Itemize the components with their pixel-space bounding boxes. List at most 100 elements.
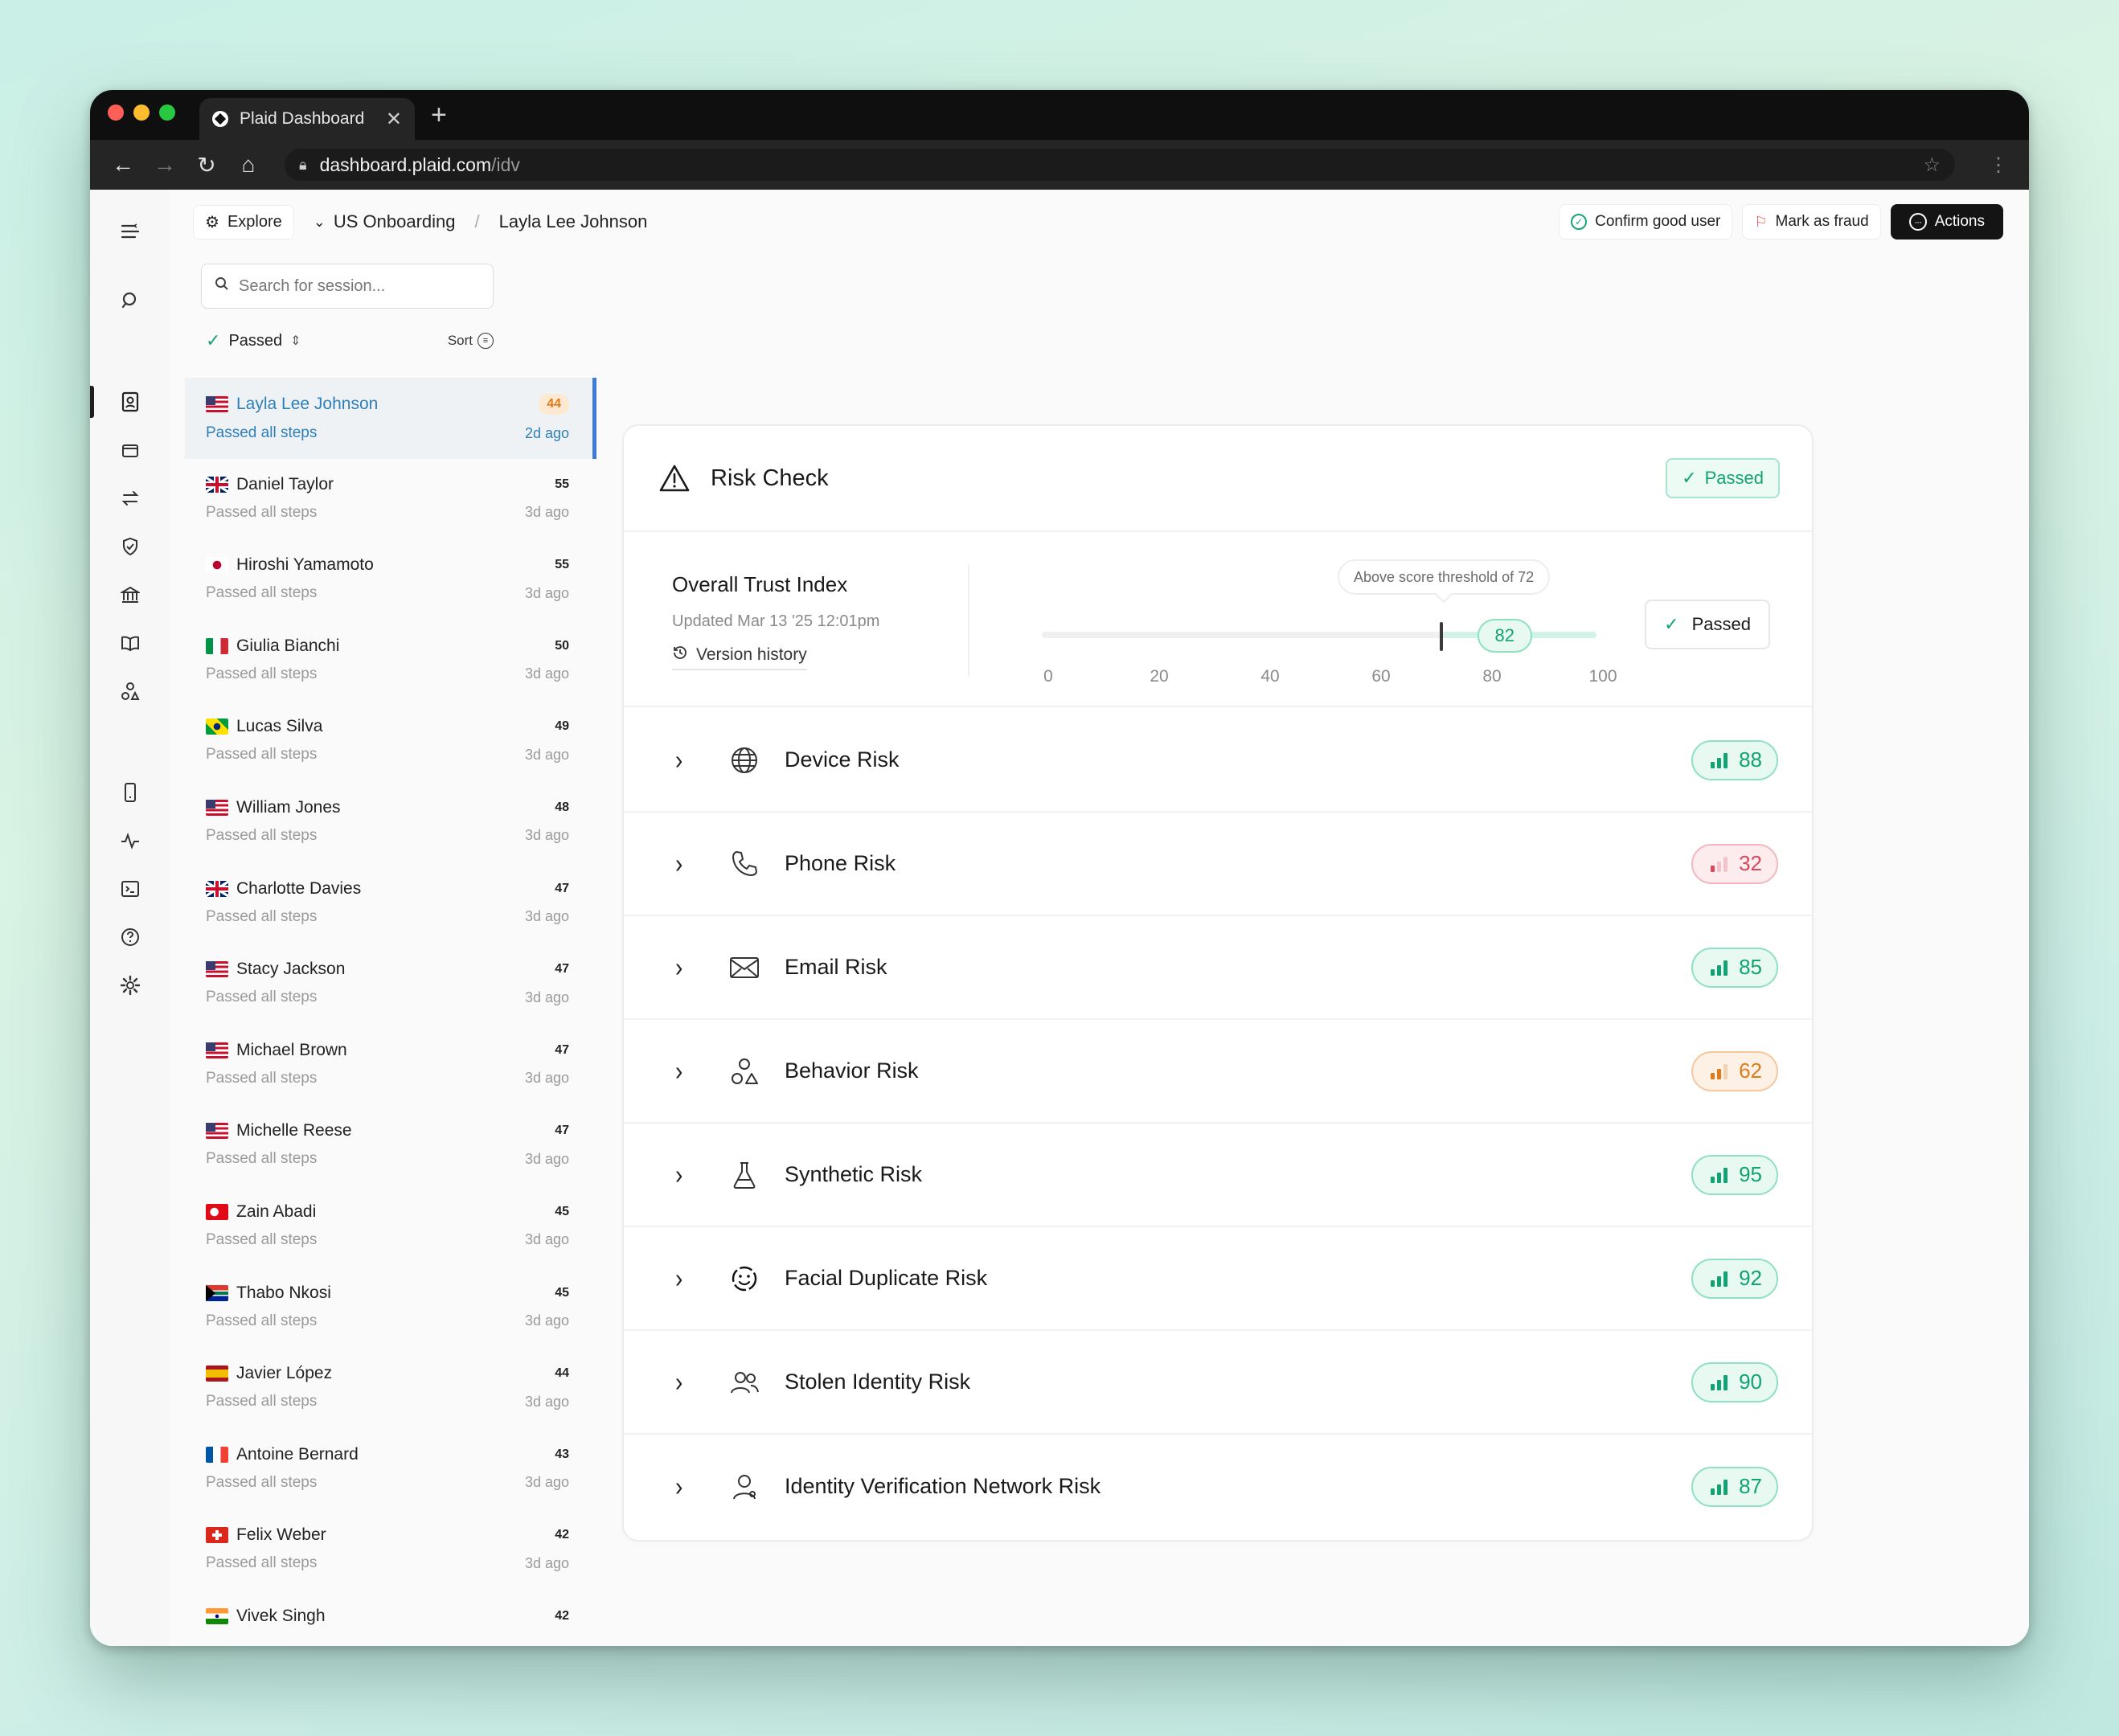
risk-label: Synthetic Risk <box>785 1162 923 1186</box>
risk-row[interactable]: › Facial Duplicate Risk 92 <box>624 1227 1812 1331</box>
session-list-item[interactable]: Zain Abadi 45 Passed all steps 3d ago <box>185 1186 596 1267</box>
risk-list: › Device Risk 88 › Phone Risk 32 › Email Risk 85… <box>624 709 1812 1538</box>
activity-icon[interactable] <box>90 825 170 857</box>
country-flag-icon <box>206 1607 228 1624</box>
session-list-item[interactable]: Javier López 44 Passed all steps 3d ago <box>185 1348 596 1429</box>
status-filter[interactable]: Passed <box>228 332 282 350</box>
chevron-right-icon[interactable]: › <box>675 1055 699 1086</box>
forward-icon[interactable]: → <box>153 152 177 178</box>
url-path: /idv <box>491 154 520 175</box>
reload-icon[interactable]: ↻ <box>195 152 219 178</box>
session-list-item[interactable]: Layla Lee Johnson 44 Passed all steps 2d ag… <box>185 378 596 459</box>
risk-row[interactable]: › Email Risk 85 <box>624 916 1812 1020</box>
confirm-good-user-button[interactable]: ✓ Confirm good user <box>1559 204 1733 240</box>
chevron-right-icon[interactable]: › <box>675 1366 699 1397</box>
session-list-item[interactable]: Giulia Bianchi 50 Passed all steps 3d ago <box>185 620 596 702</box>
settings-gear-icon[interactable] <box>90 969 170 1001</box>
address-bar[interactable]: 🔒︎ dashboard.plaid.com/idv ☆ <box>285 149 1955 181</box>
back-icon[interactable]: ← <box>111 152 135 178</box>
chevron-right-icon[interactable]: › <box>675 848 699 878</box>
wallet-icon[interactable] <box>90 434 170 466</box>
risk-row[interactable]: › Phone Risk 32 <box>624 813 1812 916</box>
close-window-button[interactable] <box>108 104 124 121</box>
session-score-badge: 47 <box>555 962 569 976</box>
session-list-item[interactable]: Michael Brown 47 Passed all steps 3d ago <box>185 1025 596 1106</box>
transfer-icon[interactable] <box>90 482 170 514</box>
browser-menu-icon[interactable]: ⋮ <box>1989 154 2008 177</box>
browser-tab[interactable]: Plaid Dashboard ✕ <box>199 98 415 140</box>
session-score-badge: 43 <box>555 1447 569 1461</box>
check-circle-icon: ✓ <box>1571 214 1588 230</box>
version-history-link[interactable]: Version history <box>672 645 807 670</box>
minimize-window-button[interactable] <box>133 104 150 121</box>
chevron-right-icon[interactable]: › <box>675 1159 699 1189</box>
chevron-right-icon[interactable]: › <box>675 1471 699 1501</box>
session-list-item[interactable]: William Jones 48 Passed all steps 3d ago <box>185 782 596 863</box>
session-list-item[interactable]: Michelle Reese 47 Passed all steps 3d ago <box>185 1105 596 1186</box>
terminal-icon[interactable] <box>90 873 170 905</box>
session-score-badge: 48 <box>555 800 569 814</box>
sort-arrows-icon[interactable]: ⇕ <box>290 333 301 349</box>
country-flag-icon <box>206 719 228 735</box>
plaid-favicon-icon <box>212 111 228 127</box>
session-list-item[interactable]: Daniel Taylor 55 Passed all steps 3d ago <box>185 459 596 540</box>
session-name: Zain Abadi <box>236 1202 317 1221</box>
tab-close-icon[interactable]: ✕ <box>386 108 402 131</box>
risk-row[interactable]: › Behavior Risk 62 <box>624 1020 1812 1124</box>
country-flag-icon <box>206 1123 228 1140</box>
explore-button[interactable]: ⚙︎ Explore <box>193 204 294 240</box>
actions-button[interactable]: ··· Actions <box>1890 204 2003 240</box>
shapes-icon <box>728 1055 760 1087</box>
session-list-item[interactable]: Thabo Nkosi 45 Passed all steps 3d ago <box>185 1267 596 1349</box>
session-score-badge: 47 <box>555 881 569 895</box>
search-icon[interactable] <box>90 285 170 317</box>
trust-index-status-label: Passed <box>1691 614 1751 634</box>
session-list-item[interactable]: Vivek Singh 42 <box>185 1591 596 1646</box>
session-name: Javier López <box>236 1364 333 1383</box>
session-status: Passed all steps <box>206 584 318 602</box>
mobile-icon[interactable] <box>90 776 170 809</box>
flag-icon: ⚐ <box>1754 213 1768 230</box>
session-score-badge: 44 <box>555 1366 569 1381</box>
chevron-right-icon[interactable]: › <box>675 952 699 982</box>
session-list-item[interactable]: Antoine Bernard 43 Passed all steps 3d ago <box>185 1429 596 1510</box>
signal-bars-icon <box>1711 856 1728 872</box>
trust-index-section: Overall Trust Index Updated Mar 13 '25 1… <box>624 532 1812 707</box>
chevron-down-icon: ⌄ <box>313 213 326 230</box>
tab-title: Plaid Dashboard <box>240 109 365 128</box>
risk-row[interactable]: › Identity Verification Network Risk 87 <box>624 1435 1812 1538</box>
shield-icon[interactable] <box>90 530 170 563</box>
session-list-item[interactable]: Hiroshi Yamamoto 55 Passed all steps 3d ago <box>185 539 596 620</box>
risk-score: 32 <box>1739 851 1762 875</box>
risk-row[interactable]: › Device Risk 88 <box>624 709 1812 813</box>
bookmark-star-icon[interactable]: ☆ <box>1923 154 1941 177</box>
session-name: Stacy Jackson <box>236 960 346 979</box>
risk-row[interactable]: › Synthetic Risk 95 <box>624 1124 1812 1227</box>
check-icon: ✓ <box>1664 614 1679 634</box>
breadcrumb-flow[interactable]: ⌄ US Onboarding <box>314 211 456 232</box>
session-name: Daniel Taylor <box>236 474 334 493</box>
session-list-item[interactable]: Lucas Silva 49 Passed all steps 3d ago <box>185 701 596 782</box>
search-input[interactable]: Search for session... <box>201 264 494 309</box>
mark-as-fraud-button[interactable]: ⚐ Mark as fraud <box>1742 204 1881 240</box>
browser-window: Plaid Dashboard ✕ + ← → ↻ ⌂ 🔒︎ dashboard… <box>90 90 2029 1646</box>
session-score-badge: 44 <box>539 394 569 415</box>
sort-button[interactable]: Sort ≡ <box>448 333 494 349</box>
shapes-icon[interactable] <box>90 675 170 707</box>
risk-row[interactable]: › Stolen Identity Risk 90 <box>624 1331 1812 1435</box>
book-icon[interactable] <box>90 627 170 659</box>
signal-bars-icon <box>1711 1063 1728 1079</box>
maximize-window-button[interactable] <box>159 104 175 121</box>
bank-icon[interactable] <box>90 579 170 611</box>
chevron-right-icon[interactable]: › <box>675 744 699 775</box>
chevron-right-icon[interactable]: › <box>675 1263 699 1293</box>
collapse-menu-icon[interactable] <box>90 215 170 248</box>
identity-icon[interactable] <box>90 386 170 418</box>
session-list-item[interactable]: Stacy Jackson 47 Passed all steps 3d ago <box>185 944 596 1025</box>
session-list-item[interactable]: Charlotte Davies 47 Passed all steps 3d ago <box>185 863 596 944</box>
signal-bars-icon <box>1711 1167 1728 1183</box>
session-list-item[interactable]: Felix Weber 42 Passed all steps 3d ago <box>185 1509 596 1591</box>
new-tab-button[interactable]: + <box>431 100 447 131</box>
help-icon[interactable] <box>90 921 170 953</box>
home-icon[interactable]: ⌂ <box>236 152 260 178</box>
